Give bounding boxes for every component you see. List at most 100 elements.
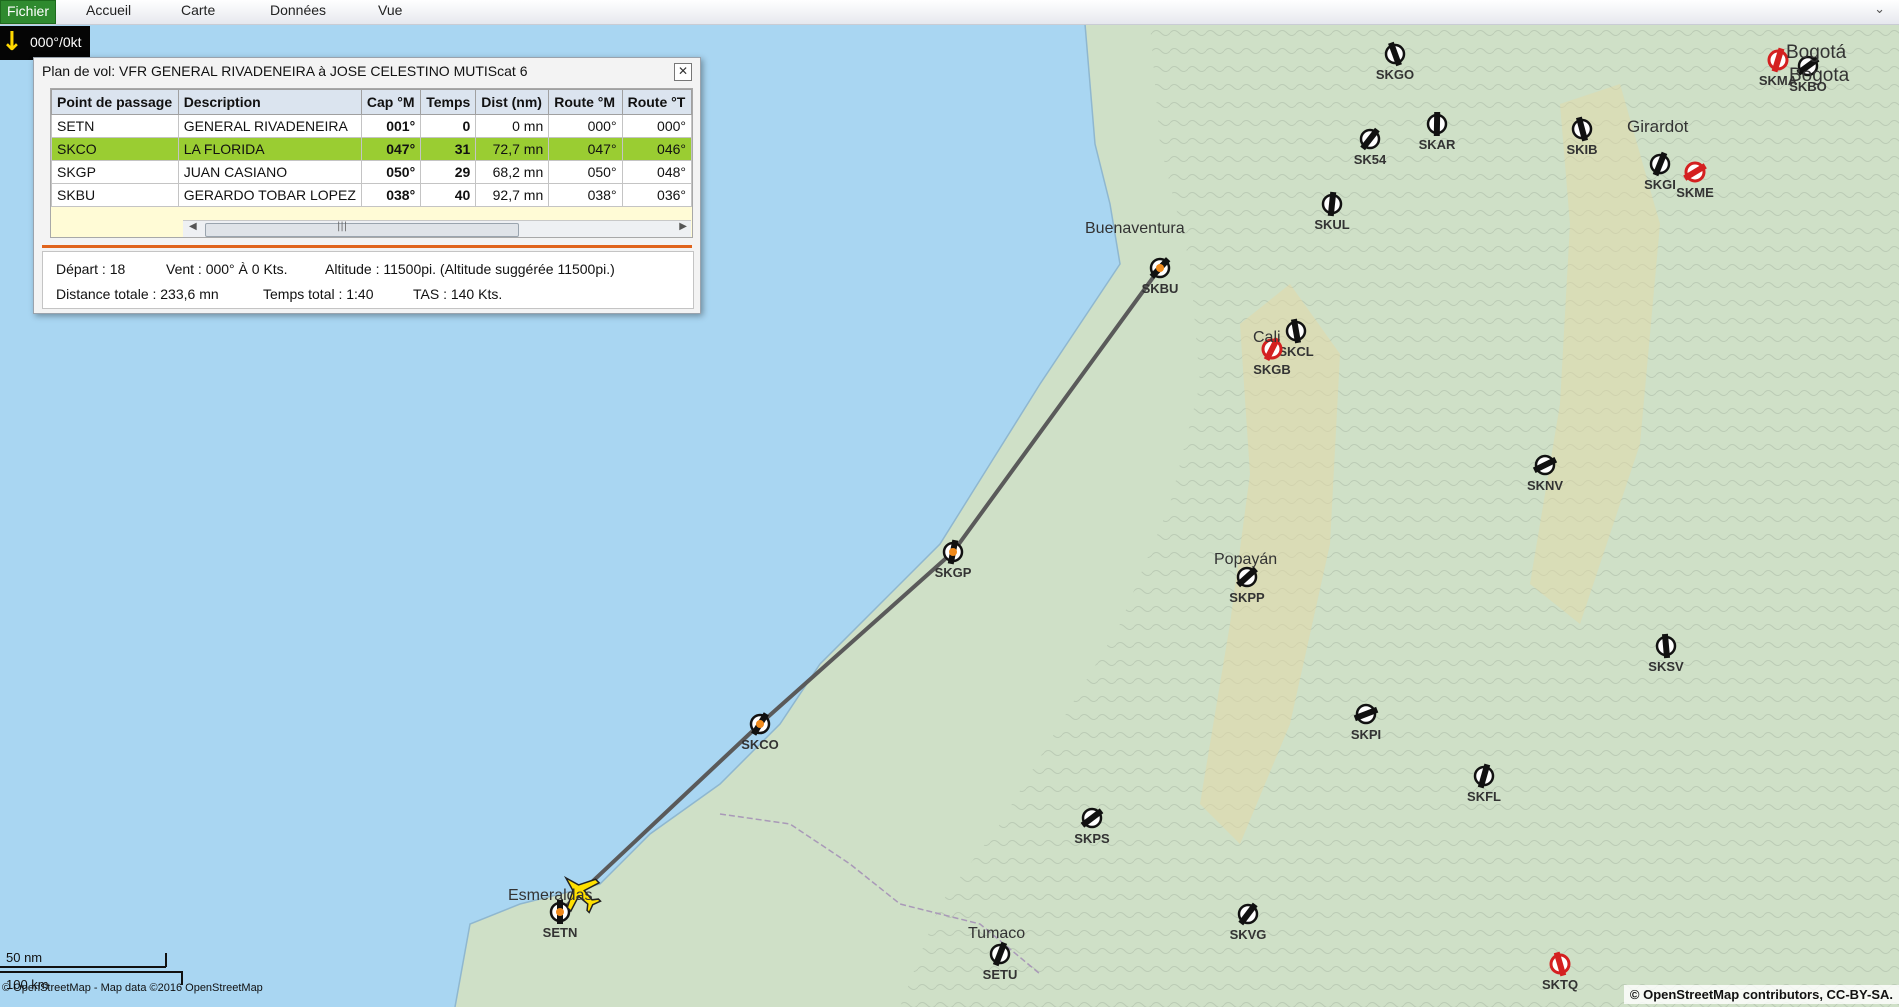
- city-label-girardot: Girardot: [1627, 117, 1689, 136]
- airport-code-label: SKPS: [1074, 831, 1110, 846]
- total-distance-info: Distance totale : 233,6 mn: [56, 286, 219, 302]
- time-cell: 31: [420, 137, 477, 161]
- total-time-info: Temps total : 1:40: [263, 286, 374, 302]
- airport-code-label: SKIB: [1566, 142, 1597, 157]
- scrollbar-thumb[interactable]: [205, 223, 519, 237]
- description-cell: GENERAL RIVADENEIRA: [177, 114, 362, 138]
- panel-divider: [42, 245, 692, 248]
- heading-cell: 038°: [360, 183, 422, 207]
- airport-code-label: SKSV: [1648, 659, 1684, 674]
- column-header-distance[interactable]: Dist (nm): [475, 89, 550, 115]
- attribution-right: © OpenStreetMap contributors, CC-BY-SA.: [1623, 985, 1899, 1004]
- distance-cell: 0 mn: [475, 114, 550, 138]
- flight-plan-title: Plan de vol: VFR GENERAL RIVADENEIRA à J…: [42, 63, 528, 79]
- route-t-cell: 046°: [621, 137, 692, 161]
- tas-info: TAS : 140 Kts.: [413, 286, 503, 302]
- airport-code-label: SK54: [1354, 152, 1387, 167]
- airport-code-label: SKGP: [935, 565, 972, 580]
- description-cell: JUAN CASIANO: [177, 160, 362, 184]
- waypoint-dot-icon: [949, 548, 957, 556]
- airport-code-label: SETU: [983, 967, 1018, 982]
- description-cell: GERARDO TOBAR LOPEZ: [177, 183, 362, 207]
- menu-accueil[interactable]: Accueil: [86, 0, 131, 22]
- airport-code-label: SETN: [543, 925, 578, 940]
- flight-summary: Départ : 18 Vent : 000° À 0 Kts. Altitud…: [42, 251, 694, 309]
- airport-code-label: SKAR: [1419, 137, 1456, 152]
- menu-carte[interactable]: Carte: [181, 0, 215, 22]
- city-label-bogota-alt: Bogota: [1789, 65, 1850, 86]
- column-header-description[interactable]: Description: [177, 89, 362, 115]
- close-icon[interactable]: ✕: [674, 63, 692, 81]
- column-header-waypoint[interactable]: Point de passage: [51, 89, 179, 115]
- distance-cell: 92,7 mn: [475, 183, 550, 207]
- city-label-buenaventura: Buenaventura: [1085, 220, 1185, 237]
- wind-indicator: ↓ 000°/0kt: [0, 26, 90, 60]
- scale-bar-km: [0, 971, 182, 973]
- scale-label-nm: 50 nm: [6, 950, 43, 965]
- city-label-popayan: Popayán: [1214, 551, 1277, 568]
- airport-code-label: SKME: [1676, 185, 1714, 200]
- airport-code-label: SKBU: [1142, 281, 1179, 296]
- city-label-bogota: Bogotá: [1786, 42, 1847, 63]
- menu-fichier[interactable]: Fichier: [0, 0, 57, 24]
- column-header-route-magnetic[interactable]: Route °M: [548, 89, 623, 115]
- time-cell: 40: [420, 183, 477, 207]
- heading-cell: 001°: [360, 114, 422, 138]
- city-label-cali: Cali: [1253, 329, 1281, 346]
- airport-code-label: SKCO: [741, 737, 779, 752]
- waypoint-dot-icon: [1156, 264, 1164, 272]
- route-t-cell: 048°: [621, 160, 692, 184]
- airport-code-label: SKFL: [1467, 789, 1501, 804]
- route-m-cell: 047°: [548, 137, 623, 161]
- heading-cell: 050°: [360, 160, 422, 184]
- table-row[interactable]: SETN GENERAL RIVADENEIRA 001° 0 0 mn 000…: [51, 114, 692, 138]
- waypoint-cell: SKBU: [51, 183, 179, 207]
- runway-icon: [1433, 111, 1441, 137]
- description-cell: LA FLORIDA: [177, 137, 362, 161]
- scale-tick-nm: [165, 953, 167, 967]
- menu-donnees[interactable]: Données: [270, 0, 326, 22]
- flight-plan-panel[interactable]: Plan de vol: VFR GENERAL RIVADENEIRA à J…: [33, 57, 701, 314]
- airport-code-label: SKGO: [1376, 67, 1414, 82]
- table-header-row: Point de passage Description Cap °M Temp…: [51, 89, 692, 115]
- city-label-esmeraldas: Esmeraldas: [508, 887, 592, 904]
- waypoint-table: Point de passage Description Cap °M Temp…: [51, 89, 692, 207]
- table-row[interactable]: SKGP JUAN CASIANO 050° 29 68,2 mn 050° 0…: [51, 160, 692, 184]
- route-t-cell: 036°: [621, 183, 692, 207]
- depart-info: Départ : 18: [56, 261, 126, 277]
- waypoint-dot-icon: [556, 908, 564, 916]
- waypoint-cell: SKGP: [51, 160, 179, 184]
- distance-cell: 68,2 mn: [475, 160, 550, 184]
- column-header-time[interactable]: Temps: [420, 89, 477, 115]
- chevron-down-icon[interactable]: ⌄: [1874, 2, 1885, 17]
- airport-code-label: SKUL: [1314, 217, 1349, 232]
- table-row-selected[interactable]: SKCO LA FLORIDA 047° 31 72,7 mn 047° 046…: [51, 137, 692, 161]
- route-m-cell: 038°: [548, 183, 623, 207]
- altitude-info: Altitude : 11500pi. (Altitude suggérée 1…: [325, 261, 615, 277]
- scroll-left-icon[interactable]: ◀: [189, 221, 197, 232]
- arrow-down-icon: ↓: [1, 27, 23, 57]
- waypoint-dot-icon: [756, 720, 764, 728]
- waypoint-cell: SETN: [51, 114, 179, 138]
- time-cell: 0: [420, 114, 477, 138]
- distance-cell: 72,7 mn: [475, 137, 550, 161]
- flight-plan-grid: Point de passage Description Cap °M Temp…: [50, 88, 693, 238]
- waypoint-cell: SKCO: [51, 137, 179, 161]
- route-m-cell: 050°: [548, 160, 623, 184]
- column-header-route-true[interactable]: Route °T: [621, 89, 692, 115]
- scrollbar-grip-icon: |||: [337, 221, 348, 232]
- airport-code-label: SKNV: [1527, 478, 1563, 493]
- table-row[interactable]: SKBU GERARDO TOBAR LOPEZ 038° 40 92,7 mn…: [51, 183, 692, 207]
- city-label-tumaco: Tumaco: [968, 925, 1025, 942]
- menu-bar: Fichier Accueil Carte Données Vue ⌄: [0, 0, 1899, 25]
- menu-vue[interactable]: Vue: [378, 0, 402, 22]
- airport-code-label: SKPP: [1229, 590, 1265, 605]
- airport-code-label: SKPI: [1351, 727, 1381, 742]
- airport-code-label: SKGB: [1253, 362, 1291, 377]
- scroll-right-icon[interactable]: ▶: [679, 221, 687, 232]
- airport-code-label: SKTQ: [1542, 977, 1578, 992]
- horizontal-scrollbar[interactable]: ◀ ||| ▶: [183, 220, 691, 237]
- wind-info: Vent : 000° À 0 Kts.: [166, 261, 288, 277]
- column-header-heading[interactable]: Cap °M: [360, 89, 422, 115]
- airport-code-label: SKGI: [1644, 177, 1676, 192]
